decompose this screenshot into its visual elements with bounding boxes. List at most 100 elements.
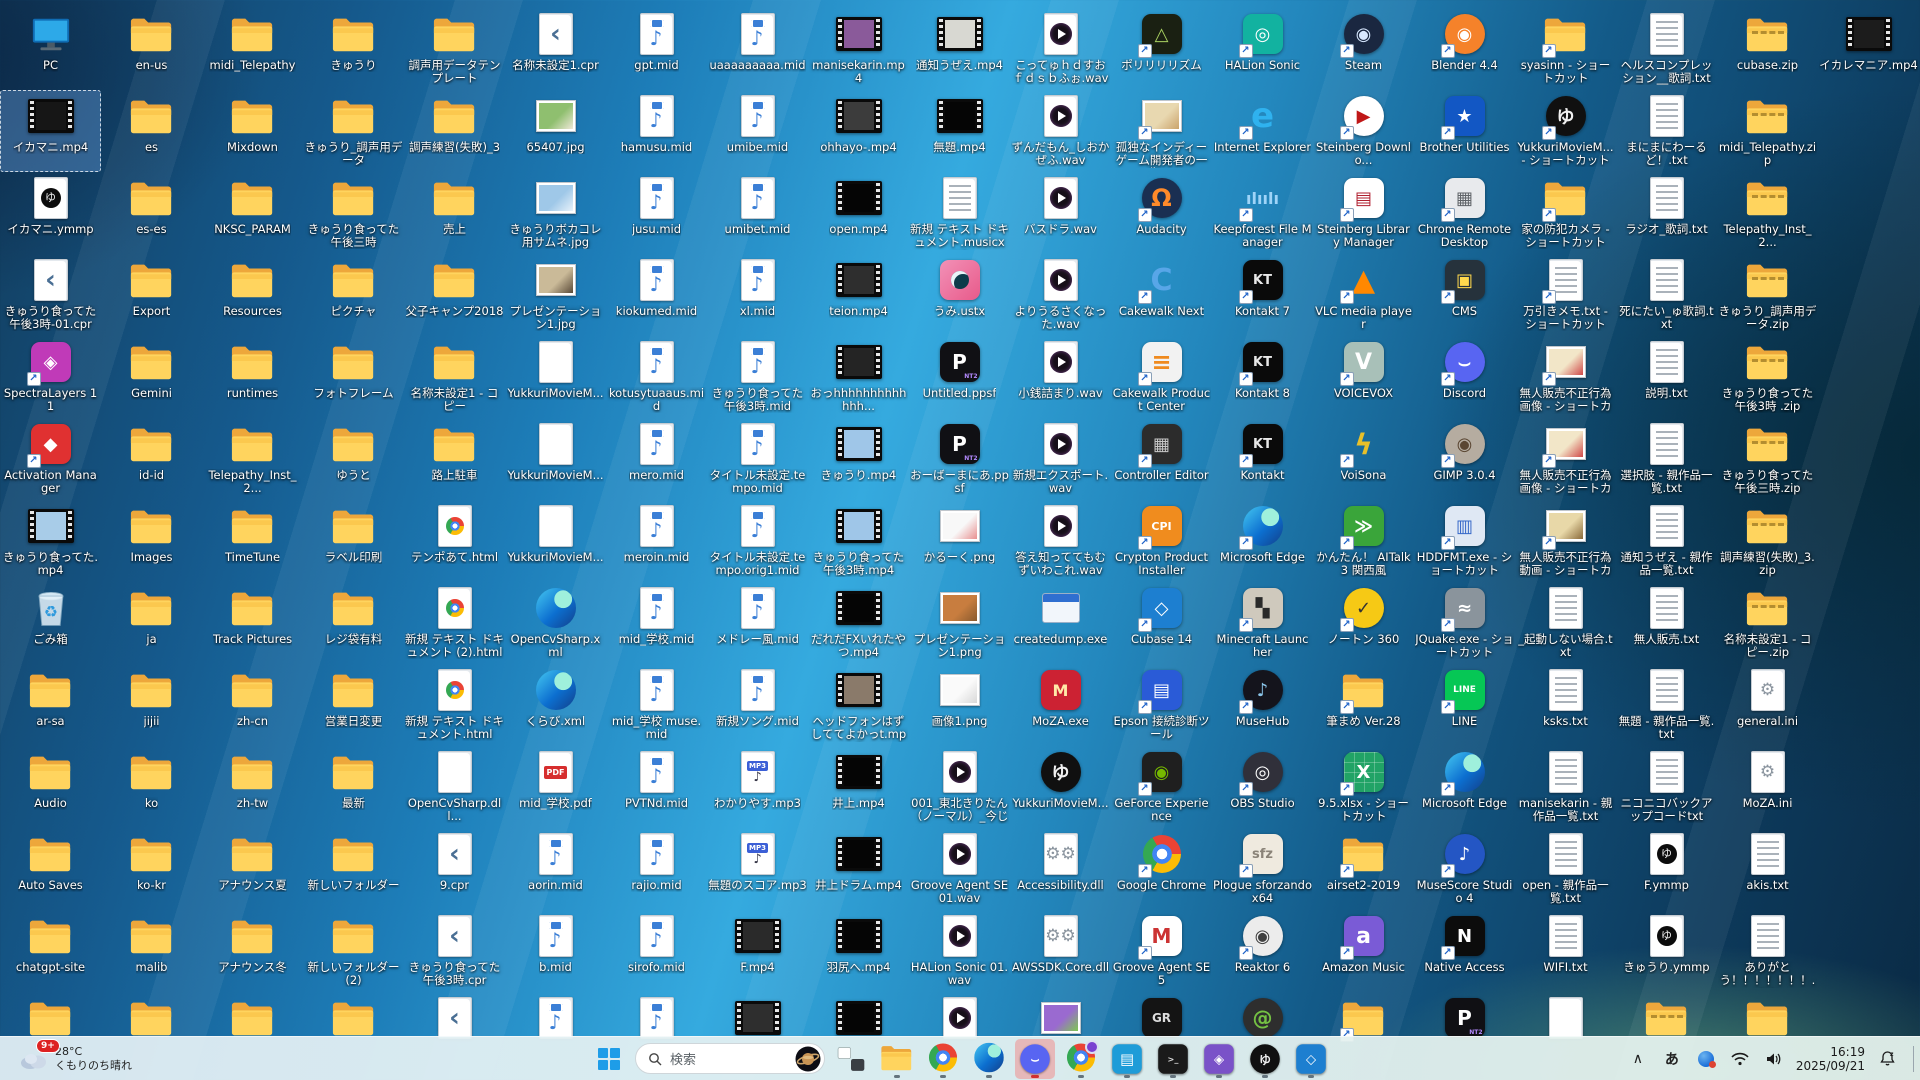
desktop-icon[interactable]: ksks.txt [1515,664,1616,746]
desktop-icon[interactable]: zh-cn [202,664,303,746]
desktop-icon[interactable]: a↗Amazon Music [1313,910,1414,992]
desktop-icon[interactable]: teion.mp4 [808,254,909,336]
desktop-icon[interactable]: 父子キャンプ2018 [404,254,505,336]
desktop-icon[interactable]: おっhhhhhhhhhhhhh... [808,336,909,418]
discord-button[interactable]: ⌣ [1015,1039,1055,1079]
desktop-icon[interactable]: 路上駐車 [404,418,505,500]
desktop-icon[interactable]: zh-tw [202,746,303,828]
desktop-icon[interactable]: きゅうり_調声用データ [303,90,404,172]
desktop-icon[interactable]: バスドラ.wav [1010,172,1111,254]
desktop-icon[interactable]: ⚙general.ini [1717,664,1818,746]
desktop-icon[interactable]: _起動しない場合.txt [1515,582,1616,664]
desktop-icon[interactable]: きゅうり_調声用データ.zip [1717,254,1818,336]
desktop-icon[interactable]: ↗syasinn - ショートカット [1515,8,1616,90]
desktop-icon[interactable]: KT↗Kontakt 8 [1212,336,1313,418]
desktop-icon[interactable]: ♪タイトル未設定.tempo.mid [707,418,808,500]
desktop-icon[interactable]: 調声用データテンプレート [404,8,505,90]
desktop-icon[interactable]: イカレマニア.mp4 [1818,8,1919,90]
desktop-icon[interactable]: ar-sa [0,664,101,746]
desktop-icon[interactable]: open - 親作品一覧.txt [1515,828,1616,910]
notes-app-button[interactable]: ▤ [1107,1039,1147,1079]
desktop-icon[interactable]: 答え知っててもむずいわこれ.wav [1010,500,1111,582]
desktop-icon[interactable]: LINE↗LINE [1414,664,1515,746]
desktop-icon[interactable]: YukkuriMovieM... [505,336,606,418]
desktop-icon[interactable]: ◆↗Activation Manager [0,418,101,500]
onedrive-icon[interactable] [1694,1047,1718,1071]
desktop-icon[interactable]: 通知うぜえ - 親作品一覧.txt [1616,500,1717,582]
desktop-icon[interactable]: ゆうと [303,418,404,500]
desktop-icon[interactable]: ‹きゅうり食ってた午後3時.cpr [404,910,505,992]
desktop-icon[interactable]: MP3♪わかりやす.mp3 [707,746,808,828]
desktop-icon[interactable]: 無題.mp4 [909,90,1010,172]
desktop-icon[interactable]: ↗無人販売不正行為画像 - ショートカッ... [1515,336,1616,418]
desktop-icon[interactable]: ピクチャ [303,254,404,336]
desktop-icon[interactable]: X↗9.5.xlsx - ショートカット [1313,746,1414,828]
desktop-icon[interactable]: manisekarin - 親作品一覧.txt [1515,746,1616,828]
desktop-icon[interactable]: es [101,90,202,172]
desktop-icon[interactable]: ko [101,746,202,828]
desktop-icon[interactable]: 最新 [303,746,404,828]
desktop-icon[interactable]: 新規エクスポート.wav [1010,418,1111,500]
desktop-icon[interactable]: ‹9.cpr [404,828,505,910]
desktop-icon[interactable]: ▥↗HDDFMT.exe - ショートカット [1414,500,1515,582]
desktop-icon[interactable]: Groove Agent SE 01.wav [909,828,1010,910]
desktop-icon[interactable]: ↗airset2-2019 [1313,828,1414,910]
desktop-icon[interactable]: ⌣↗Discord [1414,336,1515,418]
desktop-icon[interactable]: akis.txt [1717,828,1818,910]
desktop-icon[interactable]: ◈↗SpectraLayers 11 [0,336,101,418]
desktop-icon[interactable]: midi_Telepathy [202,8,303,90]
desktop-icon[interactable]: 営業日変更 [303,664,404,746]
desktop-icon[interactable]: ▤↗Steinberg Library Manager [1313,172,1414,254]
desktop-icon[interactable]: ♪kotusytuaaus.mid [606,336,707,418]
desktop-icon[interactable]: ılıılı↗Keepforest File Manager [1212,172,1313,254]
desktop-icon[interactable]: cubase.zip [1717,8,1818,90]
desktop-icon[interactable]: ♪umibe.mid [707,90,808,172]
desktop-icon[interactable]: ≈↗JQuake.exe - ショートカット [1414,582,1515,664]
desktop-icon[interactable]: Gemini [101,336,202,418]
desktop-icon[interactable]: △↗ポリリリリズム [1111,8,1212,90]
desktop-icon[interactable]: ♪aorin.mid [505,828,606,910]
desktop-icon[interactable]: 羽尻へ.mp4 [808,910,909,992]
desktop-icon[interactable]: ▣↗CMS [1414,254,1515,336]
desktop-icon[interactable]: ♪新規ソング.mid [707,664,808,746]
layers-app-button[interactable]: ◈ [1199,1039,1239,1079]
desktop-icon[interactable]: ◉↗Reaktor 6 [1212,910,1313,992]
desktop-icon[interactable]: ♪mero.mid [606,418,707,500]
desktop-icon[interactable]: アナウンス冬 [202,910,303,992]
desktop-icon[interactable]: ◉↗GeForce Experience [1111,746,1212,828]
desktop-icon[interactable]: CPI↗Crypton Product Installer [1111,500,1212,582]
desktop-icon[interactable]: ▦↗Controller Editor [1111,418,1212,500]
desktop-icon[interactable]: ↗無人販売不正行為動画 - ショートカッ... [1515,500,1616,582]
desktop-icon[interactable]: MP3♪無題のスコア.mp3 [707,828,808,910]
desktop-icon[interactable]: ♪rajio.mid [606,828,707,910]
desktop-icon[interactable]: きゅうりボカコレ用サムネ.jpg [505,172,606,254]
desktop-icon[interactable]: ♪meroin.mid [606,500,707,582]
desktop-icon[interactable]: まにまにわーるど！.txt [1616,90,1717,172]
desktop-icon[interactable]: ⚙⚙AWSSDK.Core.dll [1010,910,1111,992]
desktop-icon[interactable]: manisekarin.mp4 [808,8,909,90]
desktop-icon[interactable]: sfz↗Plogue sforzando x64 [1212,828,1313,910]
desktop-icon[interactable]: 新規 テキスト ドキュメント.musicxml [909,172,1010,254]
desktop-icon[interactable]: ニコニコバックアップコードtxt [1616,746,1717,828]
chrome-button[interactable] [923,1039,963,1079]
desktop-icon[interactable]: YukkuriMovieM... [505,418,606,500]
desktop-icon[interactable]: きゅうり食ってた午後3時.mp4 [808,500,909,582]
desktop-icon[interactable]: N↗Native Access [1414,910,1515,992]
desktop-icon[interactable]: ohhayo-.mp4 [808,90,909,172]
tray-chevron-up-icon[interactable]: ∧ [1626,1047,1650,1071]
desktop-icon[interactable]: プレゼンテーション1.jpg [505,254,606,336]
desktop-icon[interactable]: ずんだもん_しおかぜふ.wav [1010,90,1111,172]
desktop-icon[interactable]: ♪umibet.mid [707,172,808,254]
desktop-icon[interactable]: ⚙⚙Accessibility.dll [1010,828,1111,910]
desktop-icon[interactable]: NKSC_PARAM [202,172,303,254]
desktop-icon[interactable]: Telepathy_Inst_2... [202,418,303,500]
desktop-icon[interactable]: だれだFXいれたやつ.mp4 [808,582,909,664]
desktop-icon[interactable]: ♪sirofo.mid [606,910,707,992]
desktop-icon[interactable]: 新規 テキスト ドキュメント (2).html [404,582,505,664]
search-box[interactable]: 検索 [635,1043,825,1074]
desktop-icon[interactable]: ▲↗VLC media player [1313,254,1414,336]
desktop-icon[interactable]: en-us [101,8,202,90]
desktop-icon[interactable]: 選択肢 - 親作品一覧.txt [1616,418,1717,500]
desktop-icon[interactable]: 画像1.png [909,664,1010,746]
desktop-icon[interactable]: 調声練習(失敗)_3 [404,90,505,172]
